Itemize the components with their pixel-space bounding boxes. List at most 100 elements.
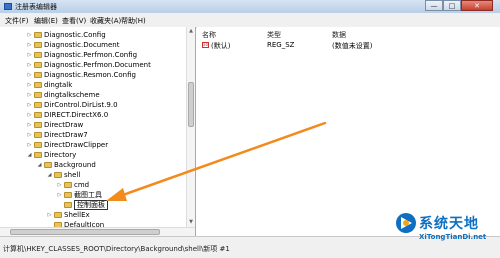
folder-open-icon: [54, 172, 62, 178]
tree-item-label: Background: [54, 161, 96, 169]
menu-bar: 文件(F) 编辑(E) 查看(V) 收藏夹(A) 帮助(H): [0, 13, 500, 28]
folder-icon: [34, 122, 42, 128]
value-data: (数值未设置): [332, 42, 373, 50]
tree-item[interactable]: ◢ Background: [36, 160, 96, 170]
site-watermark: 系统天地 XiTongTianDi.net: [395, 212, 500, 256]
tree-item[interactable]: ▷ Diagnostic.Resmon.Config: [26, 70, 136, 80]
scroll-thumb[interactable]: [188, 82, 194, 127]
tree-item-label: Diagnostic.Perfmon.Document: [44, 61, 151, 69]
column-header-data[interactable]: 数据: [332, 30, 346, 40]
tree-item[interactable]: ▷ Diagnostic.Config: [26, 30, 106, 40]
tree-item-label: DirControl.DirList.9.0: [44, 101, 118, 109]
tree-item-label: 截图工具: [74, 191, 102, 199]
collapse-icon[interactable]: ◢: [46, 170, 53, 180]
value-name[interactable]: (默认): [211, 41, 230, 51]
maximize-button[interactable]: □: [443, 0, 461, 11]
tree-item-editing[interactable]: 控制面板: [56, 200, 108, 210]
folder-icon: [64, 182, 72, 188]
tree-item[interactable]: ▷ DirectDraw7: [26, 130, 88, 140]
expand-icon[interactable]: ▷: [26, 70, 33, 80]
folder-icon: [34, 142, 42, 148]
tree-item[interactable]: ▷ dingtalkscheme: [26, 90, 100, 100]
expand-icon[interactable]: ▷: [56, 190, 63, 200]
menu-view[interactable]: 查看(V): [62, 16, 86, 26]
folder-icon: [34, 92, 42, 98]
tree-item-label: cmd: [74, 181, 90, 189]
column-header-type[interactable]: 类型: [267, 30, 281, 40]
expand-icon[interactable]: ▷: [26, 60, 33, 70]
tree-item[interactable]: ▷ cmd: [56, 180, 90, 190]
watermark-logo-icon: [396, 213, 416, 233]
expand-icon[interactable]: ▷: [26, 110, 33, 120]
expand-icon[interactable]: ▷: [26, 90, 33, 100]
regedit-app-icon: [4, 3, 12, 10]
expand-icon[interactable]: ▷: [26, 100, 33, 110]
watermark-title: 系统天地: [419, 216, 479, 232]
close-button[interactable]: ✕: [461, 0, 493, 11]
folder-open-icon: [34, 152, 42, 158]
tree-item[interactable]: ▷ Diagnostic.Perfmon.Config: [26, 50, 137, 60]
menu-favorites[interactable]: 收藏夹(A): [90, 16, 121, 26]
scroll-down-icon[interactable]: ▼: [187, 218, 195, 227]
expand-icon[interactable]: ▷: [46, 210, 53, 220]
tree-item[interactable]: ▷ DIRECT.DirectX6.0: [26, 110, 109, 120]
folder-icon: [34, 62, 42, 68]
tree-item-label: DirectDraw: [44, 121, 84, 129]
scroll-up-icon[interactable]: ▲: [187, 27, 195, 36]
tree-item[interactable]: ▷ Diagnostic.Perfmon.Document: [26, 60, 151, 70]
minimize-button[interactable]: —: [425, 0, 443, 11]
status-path: 计算机\HKEY_CLASSES_ROOT\Directory\Backgrou…: [3, 245, 230, 253]
tree-item[interactable]: ◢ shell: [46, 170, 81, 180]
tree-item[interactable]: ▷ dingtalk: [26, 80, 73, 90]
tree-horizontal-scrollbar[interactable]: [0, 227, 195, 236]
folder-icon: [64, 202, 72, 208]
expand-icon[interactable]: ▷: [26, 140, 33, 150]
tree-item-label: ShellEx: [64, 211, 90, 219]
expand-icon[interactable]: ▷: [26, 50, 33, 60]
folder-icon: [34, 82, 42, 88]
tree-item[interactable]: ▷ ShellEx: [46, 210, 90, 220]
menu-file[interactable]: 文件(F): [5, 16, 29, 26]
tree-item-label: DirectDraw7: [44, 131, 88, 139]
tree-vertical-scrollbar[interactable]: ▲ ▼: [186, 27, 195, 227]
folder-icon: [34, 32, 42, 38]
folder-icon: [34, 52, 42, 58]
tree-item-label: Diagnostic.Document: [44, 41, 120, 49]
rename-input[interactable]: 控制面板: [74, 200, 108, 210]
tree-item-label: Diagnostic.Perfmon.Config: [44, 51, 138, 59]
folder-icon: [34, 42, 42, 48]
tree-item-label: shell: [64, 171, 81, 179]
expand-icon[interactable]: ▷: [56, 180, 63, 190]
collapse-icon[interactable]: ◢: [26, 150, 33, 160]
tree-item-label: dingtalk: [44, 81, 73, 89]
column-header-name[interactable]: 名称: [202, 30, 216, 40]
expand-icon[interactable]: ▷: [26, 80, 33, 90]
expand-icon[interactable]: ▷: [26, 130, 33, 140]
expand-icon[interactable]: ▷: [26, 40, 33, 50]
expand-icon[interactable]: ▷: [26, 30, 33, 40]
tree-item[interactable]: ▷ DirectDraw: [26, 120, 84, 130]
window-title: 注册表编辑器: [15, 3, 57, 11]
folder-icon: [54, 212, 62, 218]
tree-item-label: dingtalkscheme: [44, 91, 100, 99]
tree-item[interactable]: ▷ 截图工具: [56, 190, 102, 200]
folder-icon: [34, 112, 42, 118]
expand-icon[interactable]: ▷: [26, 120, 33, 130]
tree-item-label: Directory: [44, 151, 77, 159]
value-type: REG_SZ: [267, 41, 295, 49]
folder-icon: [34, 132, 42, 138]
tree-item[interactable]: ▷ DirectDrawClipper: [26, 140, 109, 150]
tree-item-label: DIRECT.DirectX6.0: [44, 111, 109, 119]
tree-item[interactable]: ▷ Diagnostic.Document: [26, 40, 120, 50]
watermark-subtitle: XiTongTianDi.net: [419, 233, 487, 241]
menu-help[interactable]: 帮助(H): [121, 16, 146, 26]
scroll-thumb[interactable]: [10, 229, 160, 235]
folder-icon: [34, 72, 42, 78]
registry-tree[interactable]: ▷ Diagnostic.Config ▷ Diagnostic.Document …: [0, 27, 196, 236]
values-pane[interactable]: 名称 类型 数据 ab (默认) REG_SZ (数值未设置): [197, 27, 500, 236]
menu-edit[interactable]: 编辑(E): [34, 16, 58, 26]
tree-item[interactable]: ▷ DirControl.DirList.9.0: [26, 100, 118, 110]
collapse-icon[interactable]: ◢: [36, 160, 43, 170]
string-value-icon: ab: [202, 42, 209, 48]
tree-item[interactable]: ◢ Directory: [26, 150, 77, 160]
